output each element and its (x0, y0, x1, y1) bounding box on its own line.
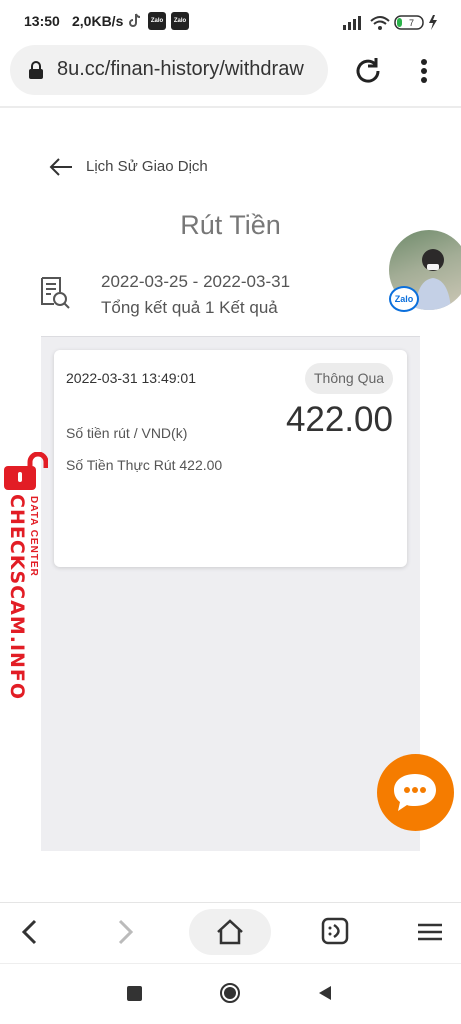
tiktok-icon (129, 13, 141, 27)
zalo-icon[interactable]: Zalo (389, 286, 419, 312)
signal-icon (343, 16, 361, 30)
battery-icon: 7 (394, 15, 424, 30)
date-range[interactable]: 2022-03-25 - 2022-03-31 (101, 272, 290, 292)
chat-bubble-icon (394, 774, 436, 811)
svg-text:7: 7 (409, 18, 414, 28)
zalo-icon: Zalo (171, 12, 189, 30)
system-home-icon[interactable] (219, 982, 241, 1004)
status-time: 13:50 (24, 13, 60, 29)
url-text[interactable]: 8u.cc/finan-history/withdraw (57, 58, 304, 81)
reload-icon[interactable] (352, 55, 384, 87)
result-summary: Tổng kết quả 1 Kết quả (101, 298, 278, 317)
status-bar: 13:50 2,0KB/s Zalo Zalo 7 (0, 0, 461, 42)
toolbar-divider (0, 106, 461, 108)
chat-button[interactable] (377, 754, 454, 831)
system-status-icons: 7 (343, 15, 437, 30)
charging-icon (429, 15, 437, 30)
checkscam-watermark: CHECKSCAM.INFO DATA CENTER (0, 450, 52, 700)
zalo-icon: Zalo (148, 12, 166, 30)
wifi-icon (370, 16, 390, 30)
tabs-icon[interactable] (321, 917, 349, 945)
nav-back-icon[interactable] (18, 918, 42, 946)
amount-label: Số tiền rút / VND(k) (66, 425, 188, 441)
status-badge: Thông Qua (305, 363, 394, 394)
actual-amount: Số Tiền Thực Rút 422.00 (66, 457, 223, 473)
page-title: Rút Tiền (180, 210, 281, 240)
network-speed: 2,0KB/s (72, 13, 124, 29)
home-icon (217, 919, 243, 945)
watermark-lock-icon (4, 452, 48, 490)
system-back-icon[interactable] (316, 984, 334, 1002)
nav-forward-icon[interactable] (113, 918, 137, 946)
record-time: 2022-03-31 13:49:01 (66, 370, 196, 386)
nav-home-button[interactable] (189, 909, 271, 955)
system-nav-divider (0, 963, 461, 964)
breadcrumb-title: Lịch Sử Giao Dịch (86, 158, 208, 175)
report-search-icon[interactable] (38, 276, 72, 310)
more-menu-icon[interactable] (414, 55, 434, 87)
address-bar[interactable]: 8u.cc/finan-history/withdraw (10, 45, 328, 95)
watermark-subtext: DATA CENTER (28, 496, 39, 577)
amount-value: 422.00 (285, 400, 393, 439)
hamburger-menu-icon[interactable] (417, 920, 443, 944)
back-arrow-icon[interactable] (48, 156, 74, 178)
lock-icon (29, 61, 43, 79)
withdraw-record-card[interactable]: 2022-03-31 13:49:01 Thông Qua Số tiền rú… (54, 350, 407, 567)
recent-apps-icon[interactable] (127, 986, 142, 1001)
bottom-bar-divider (0, 902, 461, 903)
watermark-text: CHECKSCAM.INFO (6, 494, 28, 701)
